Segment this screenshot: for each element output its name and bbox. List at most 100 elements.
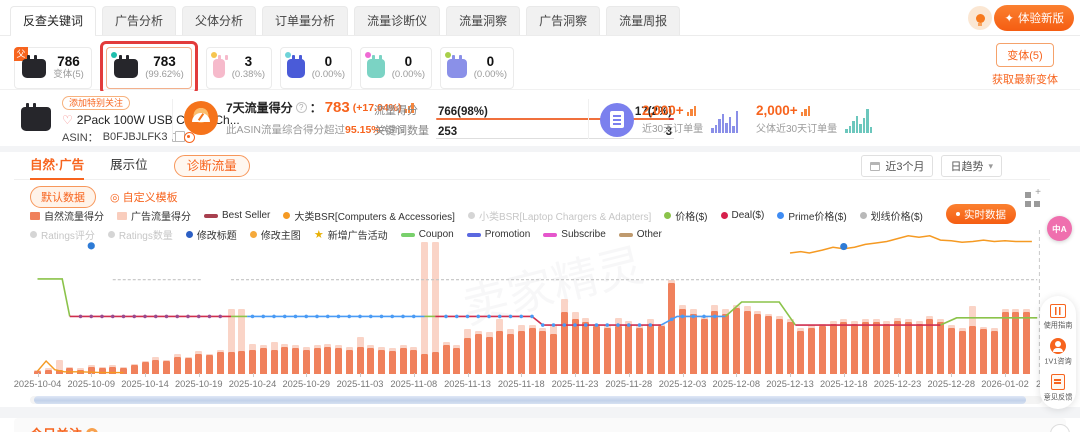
axis-tick	[844, 373, 845, 377]
legend-swatch	[468, 212, 475, 219]
top-tab-反查关键词[interactable]: 反查关键词	[10, 6, 96, 35]
top-tab-流量周报[interactable]: 流量周报	[606, 6, 680, 35]
variant-text: 3(0.38%)	[232, 55, 265, 81]
axis-tick	[199, 373, 200, 377]
price-dot	[132, 315, 136, 319]
legend-label: 自然流量得分	[44, 208, 104, 223]
price-dot	[509, 315, 513, 319]
variant-image	[22, 59, 46, 78]
realtime-data-button[interactable]: 实时数据	[946, 204, 1016, 224]
legend-Prime价格($)[interactable]: Prime价格($)	[777, 208, 846, 223]
legend-价格($)[interactable]: 价格($)	[664, 208, 707, 223]
legend-label: 划线价格($)	[871, 208, 923, 223]
rail-1V1咨询[interactable]: 1V1咨询	[1043, 338, 1073, 367]
price-dot	[648, 323, 652, 327]
chart-plot[interactable]: 卖家精灵	[30, 230, 1042, 374]
price-dot	[444, 315, 448, 319]
legend-label: Prime价格($)	[788, 208, 846, 223]
orders-value: 2,000+	[756, 103, 837, 118]
variant-text: 0(0.00%)	[392, 55, 425, 81]
orders-label: 父体近30天订单量	[756, 120, 837, 135]
stat-label: 流量得分	[374, 102, 436, 118]
legend-自然流量得分[interactable]: 自然流量得分	[30, 208, 104, 223]
collapse-rail-button[interactable]: −	[1050, 424, 1070, 432]
price-dot	[401, 315, 405, 319]
dot-icon	[956, 212, 960, 216]
today-watch-title: 今日关注	[30, 424, 82, 432]
top-tab-流量洞察[interactable]: 流量洞察	[446, 6, 520, 35]
score-help-icon[interactable]: ?	[296, 102, 307, 113]
compare-trend-icon[interactable]	[687, 106, 697, 116]
top-tab-父体分析[interactable]: 父体分析	[182, 6, 256, 35]
experience-new-version-label: 体验新版	[1018, 10, 1064, 26]
trend-label: 日趋势	[950, 158, 983, 174]
legend-小类BSR[Laptop Chargers & Adapters][interactable]: 小类BSR[Laptop Chargers & Adapters]	[468, 208, 651, 223]
legend-Best Seller[interactable]: Best Seller	[204, 208, 270, 223]
chart-tab-诊断流量[interactable]: 诊断流量	[174, 155, 250, 177]
price-dot	[530, 315, 534, 319]
price-dot	[100, 315, 104, 319]
lightbulb-icon	[976, 14, 985, 23]
legend-广告流量得分[interactable]: 广告流量得分	[117, 208, 191, 223]
help-icon[interactable]: ?	[86, 428, 98, 432]
variant-card-1[interactable]: 父786变体(5)	[14, 47, 92, 89]
price-dot	[702, 315, 706, 319]
favorite-heart-icon[interactable]: ♡	[62, 113, 73, 127]
product-thumbnail[interactable]	[14, 99, 58, 139]
top-tab-订单量分析[interactable]: 订单量分析	[262, 6, 348, 35]
legend-大类BSR[Computers & Accessories][interactable]: 大类BSR[Computers & Accessories]	[283, 208, 455, 223]
experience-new-version-button[interactable]: ✦ 体验新版	[994, 5, 1074, 31]
price-dot	[562, 323, 566, 327]
axis-label: 2025-12-28	[923, 379, 979, 389]
stat-divider-line	[436, 138, 674, 139]
variant-text: 0(0.00%)	[474, 55, 507, 81]
axis-tick	[683, 373, 684, 377]
top-tab-流量诊断仪[interactable]: 流量诊断仪	[354, 6, 440, 35]
top-tab-广告洞察[interactable]: 广告洞察	[526, 6, 600, 35]
axis-tick	[306, 373, 307, 377]
variant-card-4[interactable]: 0(0.00%)	[280, 47, 352, 89]
tip-lightbulb-button[interactable]	[968, 6, 992, 30]
add-watch-pill[interactable]: 添加特别关注	[62, 96, 130, 110]
chart-tab-自然·广告[interactable]: 自然·广告	[30, 152, 84, 180]
custom-template-label: 自定义模板	[123, 189, 178, 205]
legend-Deal($)[interactable]: Deal($)	[721, 208, 765, 223]
variant-count-button[interactable]: 变体(5)	[996, 43, 1053, 67]
variant-card-3[interactable]: 3(0.38%)	[206, 47, 272, 89]
variant-card-5[interactable]: 0(0.00%)	[360, 47, 432, 89]
rail-使用指南[interactable]: 使用指南	[1042, 304, 1074, 331]
floating-help-rail: 使用指南 1V1咨询意见反馈	[1040, 296, 1076, 409]
highlighted-variant-frame: 783(99.62%)	[100, 41, 198, 95]
score-colon: ：	[310, 99, 322, 116]
variant-card-6[interactable]: 0(0.00%)	[440, 47, 514, 89]
axis-label: 2025-12-18	[816, 379, 872, 389]
axis-label: 2025-11-18	[493, 379, 549, 389]
divider	[172, 99, 173, 139]
legend-swatch	[860, 212, 867, 219]
axis-tick	[629, 373, 630, 377]
variant-dot	[285, 52, 291, 58]
variant-card-2[interactable]: 783(99.62%)	[106, 47, 192, 89]
legend-label: Deal($)	[732, 210, 765, 221]
custom-template-link[interactable]: ◎自定义模板	[110, 189, 178, 205]
compare-trend-icon[interactable]	[801, 106, 811, 116]
translate-button[interactable]: 中A	[1047, 216, 1072, 241]
refresh-variants-link[interactable]: 获取最新变体	[992, 71, 1058, 87]
top-tab-广告分析[interactable]: 广告分析	[102, 6, 176, 35]
scrollbar-thumb[interactable]	[34, 396, 1026, 404]
rail-意见反馈[interactable]: 意见反馈	[1042, 374, 1074, 403]
price-dot	[304, 315, 308, 319]
price-dot	[326, 315, 330, 319]
chart-panel-tabs: 自然·广告展示位 诊断流量 近3个月 日趋势▾	[14, 152, 1050, 180]
trend-granularity-select[interactable]: 日趋势▾	[941, 155, 1002, 177]
default-data-pill[interactable]: 默认数据	[30, 186, 96, 208]
date-range-button[interactable]: 近3个月	[861, 155, 933, 177]
legend-label: Best Seller	[222, 210, 270, 221]
layout-grid-add-icon[interactable]	[1025, 192, 1040, 207]
title-change-marker	[840, 243, 847, 250]
score-gauge-icon	[184, 101, 218, 135]
axis-tick	[951, 373, 952, 377]
chart-horizontal-scrollbar	[30, 396, 1042, 404]
legend-划线价格($)[interactable]: 划线价格($)	[860, 208, 923, 223]
chart-tab-展示位[interactable]: 展示位	[110, 152, 148, 180]
